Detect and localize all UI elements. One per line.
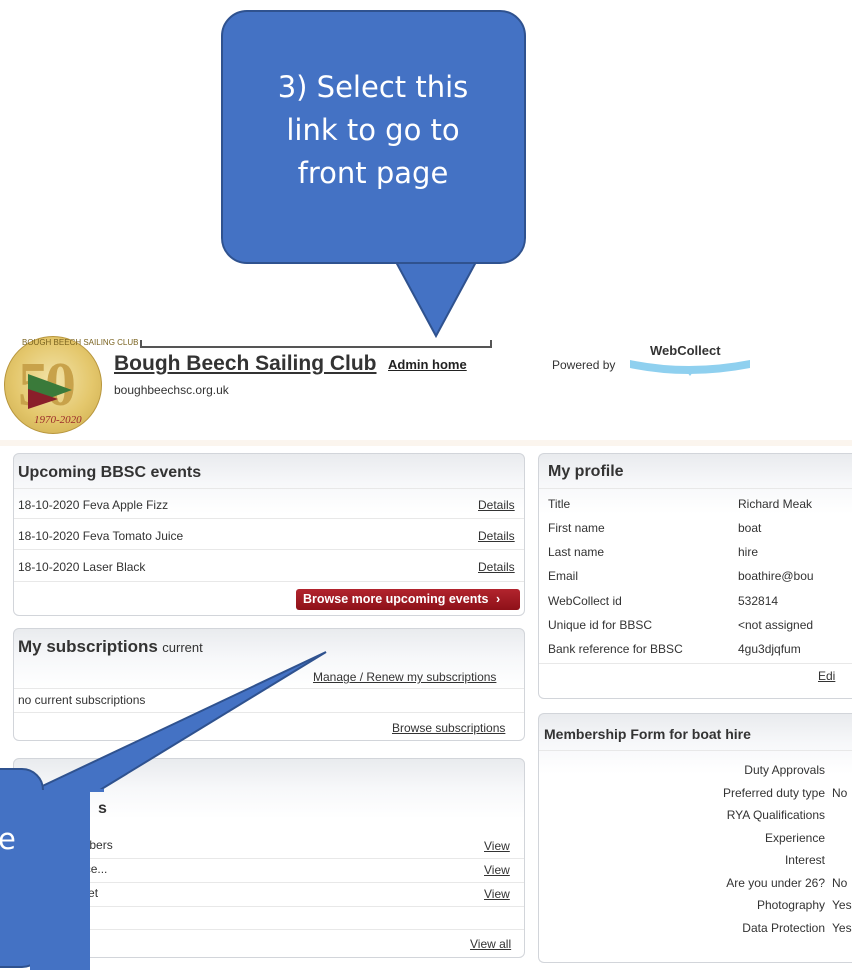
left-callout-text: e [0,822,16,856]
left-callout-fill-top [44,789,104,792]
top-callout-text: 3) Select this link to go to front page [277,70,469,190]
left-callout-fill [30,790,90,970]
